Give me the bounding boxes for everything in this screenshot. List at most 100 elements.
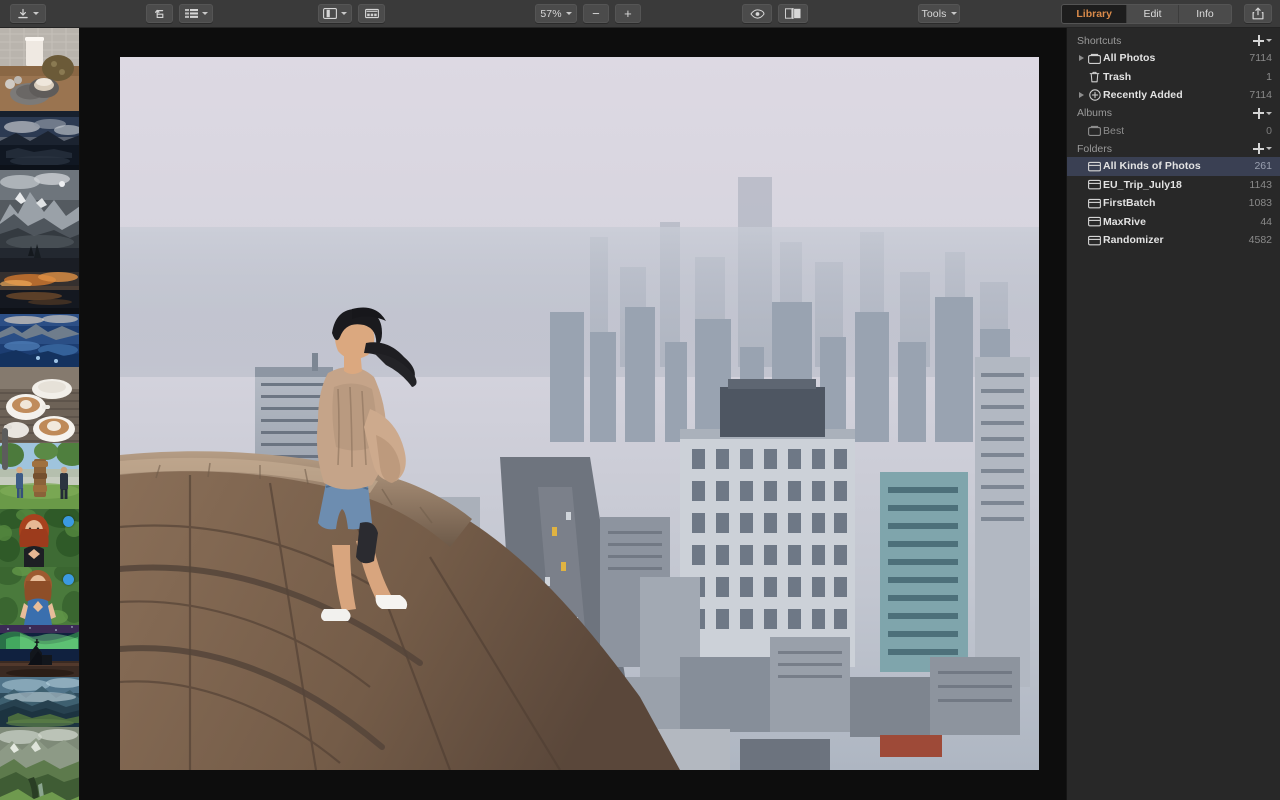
sidebar-item-count: 1143 — [1249, 178, 1272, 191]
thumbnail-image — [0, 443, 79, 509]
compare-button[interactable] — [778, 4, 808, 23]
toolbar-preview-group — [742, 4, 808, 23]
add-shortcut-button[interactable] — [1253, 35, 1272, 46]
sidebar-toggle-button[interactable] — [318, 4, 352, 23]
rotate-left-icon — [154, 8, 166, 20]
sidebar-item-recently-added[interactable]: Recently Added 7114 — [1067, 86, 1280, 105]
zoom-out-button[interactable]: − — [583, 4, 609, 23]
sidebar-item-count: 261 — [1254, 160, 1272, 173]
album-icon — [1086, 53, 1103, 64]
thumbnail-image — [0, 314, 79, 367]
chevron-down-icon — [950, 12, 957, 15]
thumbnail-image — [0, 111, 79, 170]
sort-button[interactable] — [179, 4, 213, 23]
chevron-down-icon — [565, 12, 572, 15]
thumbnail-coffee-cup-pastry-table[interactable] — [0, 28, 79, 111]
chevron-down-icon — [341, 12, 347, 15]
photo-canvas[interactable] — [80, 28, 1066, 800]
sidebar-item-count: 44 — [1260, 215, 1272, 228]
thumbnail-image — [0, 625, 79, 677]
sidebar-item-best[interactable]: Best 0 — [1067, 122, 1280, 141]
thumbnail-people-totem-pole-park[interactable] — [0, 443, 79, 509]
disclosure-triangle-icon[interactable] — [1077, 92, 1086, 99]
main-photo[interactable] — [120, 57, 1039, 770]
folder-icon — [1086, 198, 1103, 209]
import-icon — [17, 8, 29, 20]
thumbnail-image — [0, 258, 79, 314]
sidebar-item-label: MaxRive — [1103, 215, 1146, 228]
filmstrip-panel[interactable] — [0, 28, 80, 800]
zoom-in-button[interactable]: + — [615, 4, 641, 23]
section-title: Shortcuts — [1077, 34, 1122, 47]
thumbnail-dark-lake-dusk-clouds[interactable] — [0, 111, 79, 170]
toolbar-tools-group: Tools — [918, 4, 960, 23]
sidebar-item-count: 7114 — [1249, 52, 1272, 65]
plus-icon — [1253, 35, 1264, 46]
thumbnail-blue-aerial-mountains[interactable] — [0, 314, 79, 367]
zoom-level-dropdown[interactable]: 57% — [535, 4, 577, 23]
sidebar-item-count: 7114 — [1249, 89, 1272, 102]
tab-edit[interactable]: Edit — [1127, 4, 1179, 23]
toolbar-edit-group — [146, 4, 213, 23]
sidebar-item-maxrive[interactable]: MaxRive 44 — [1067, 213, 1280, 232]
section-header-folders: Folders — [1067, 140, 1280, 157]
main-toolbar: 57% − + Tools Library Edit Info — [0, 0, 1280, 28]
sidebar-item-label: All Kinds of Photos — [1103, 160, 1201, 173]
thumbnail-latte-art-two-cups[interactable] — [0, 367, 79, 443]
trash-icon — [1086, 71, 1103, 83]
thumbnail-misty-mountain-ridge[interactable] — [0, 677, 79, 727]
app-body: Shortcuts All Photos 7114 Trash 1 Recent… — [0, 28, 1280, 800]
sidebar-item-label: Trash — [1103, 70, 1132, 83]
plus-circle-icon — [1086, 89, 1103, 101]
filmstrip-scrollbar[interactable] — [2, 428, 8, 470]
tools-label: Tools — [921, 7, 947, 20]
zoom-level-value: 57% — [540, 7, 562, 20]
folder-icon — [1086, 216, 1103, 227]
sidebar-item-all-kinds-of-photos[interactable]: All Kinds of Photos 261 — [1067, 157, 1280, 176]
sidebar-item-eu-trip-july18[interactable]: EU_Trip_July18 1143 — [1067, 176, 1280, 195]
main-photo-image — [120, 57, 1039, 770]
share-button[interactable] — [1244, 4, 1272, 23]
sort-list-icon — [184, 8, 198, 19]
disclosure-triangle-icon[interactable] — [1077, 55, 1086, 62]
folder-icon — [1086, 235, 1103, 246]
sidebar-item-count: 0 — [1266, 124, 1272, 137]
mode-segmented-control: Library Edit Info — [1061, 3, 1232, 24]
thumbnail-image — [0, 367, 79, 443]
thumbnail-redhair-woman-portrait[interactable] — [0, 509, 79, 567]
thumbnail-aurora-over-church[interactable] — [0, 625, 79, 677]
add-folder-button[interactable] — [1253, 143, 1272, 154]
sidebar-item-randomizer[interactable]: Randomizer 4582 — [1067, 231, 1280, 250]
section-header-albums: Albums — [1067, 105, 1280, 122]
chevron-down-icon — [1266, 39, 1272, 42]
thumbnail-orange-sunset-lake[interactable] — [0, 258, 79, 314]
folder-icon — [1086, 161, 1103, 172]
chevron-down-icon — [33, 12, 39, 15]
chevron-down-icon — [1266, 111, 1272, 115]
sidebar-item-all-photos[interactable]: All Photos 7114 — [1067, 49, 1280, 68]
folder-icon — [1086, 179, 1103, 190]
chevron-down-icon — [1266, 147, 1272, 150]
sidebar-item-count: 1 — [1266, 70, 1272, 83]
thumbnail-green-valley-cliffs[interactable] — [0, 727, 79, 800]
sidebar-item-label: Randomizer — [1103, 234, 1164, 247]
rotate-left-button[interactable] — [146, 4, 173, 23]
preview-button[interactable] — [742, 4, 772, 23]
thumbnail-bw-mountain-peaks[interactable] — [0, 170, 79, 258]
tools-dropdown[interactable]: Tools — [918, 4, 960, 23]
share-icon — [1252, 7, 1264, 20]
import-button[interactable] — [10, 4, 46, 23]
section-header-shortcuts: Shortcuts — [1067, 32, 1280, 49]
sidebar-item-firstbatch[interactable]: FirstBatch 1083 — [1067, 194, 1280, 213]
thumbnail-badge — [63, 574, 74, 585]
tab-info[interactable]: Info — [1179, 5, 1231, 23]
sidebar-item-label: All Photos — [1103, 52, 1156, 65]
section-title: Albums — [1077, 107, 1113, 119]
sidebar-item-count: 4582 — [1248, 234, 1272, 247]
add-album-button[interactable] — [1253, 107, 1272, 119]
toolbar-mode-group: Library Edit Info — [1061, 3, 1272, 24]
tab-library[interactable]: Library — [1062, 4, 1127, 23]
filmstrip-button[interactable] — [358, 4, 385, 23]
sidebar-item-trash[interactable]: Trash 1 — [1067, 68, 1280, 87]
thumbnail-woman-blue-dress-smiling[interactable] — [0, 567, 79, 625]
